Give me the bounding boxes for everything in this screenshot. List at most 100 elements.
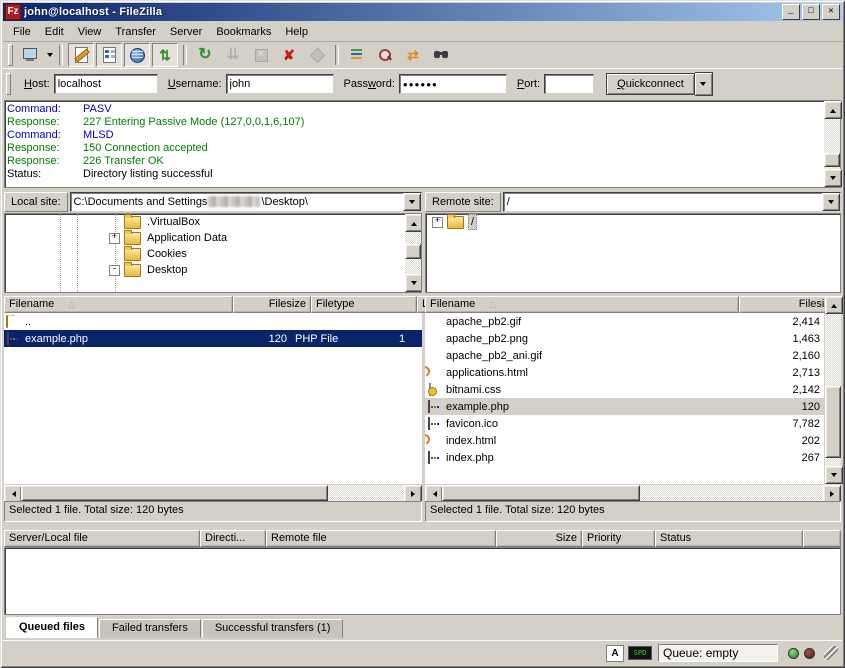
menu-item-bookmarks[interactable]: Bookmarks bbox=[209, 24, 278, 40]
menu-item-transfer[interactable]: Transfer bbox=[108, 24, 163, 40]
disconnect-icon: ✘ bbox=[280, 46, 298, 64]
resize-grip[interactable] bbox=[824, 646, 838, 660]
tab-failed-transfers[interactable]: Failed transfers bbox=[99, 619, 201, 638]
local-horizontal-scrollbar[interactable] bbox=[4, 485, 422, 501]
quickconnect-dropdown-button[interactable] bbox=[695, 72, 713, 96]
menu-item-server[interactable]: Server bbox=[163, 24, 209, 40]
toggle-transfer-queue-button[interactable]: ⇅ bbox=[152, 43, 178, 67]
file-row-apache_pb2_ani-gif[interactable]: apache_pb2_ani.gif2,160 bbox=[425, 347, 824, 364]
file-row-index-html[interactable]: index.html202 bbox=[425, 432, 824, 449]
remote-list-vertical-scrollbar[interactable] bbox=[825, 296, 841, 484]
refresh-button[interactable]: ↻ bbox=[192, 43, 218, 67]
tree-scroll-thumb[interactable] bbox=[405, 244, 421, 259]
queue-column-size[interactable]: Size bbox=[496, 530, 582, 547]
tree-item-root[interactable]: +/ bbox=[426, 214, 840, 230]
username-input[interactable] bbox=[226, 74, 334, 94]
reconnect-icon bbox=[308, 46, 326, 64]
port-input[interactable] bbox=[544, 74, 594, 94]
menu-item-help[interactable]: Help bbox=[278, 24, 315, 40]
directory-comparison-button[interactable] bbox=[372, 43, 398, 67]
log-line: Command:MLSD bbox=[7, 129, 822, 142]
log-text: 150 Connection accepted bbox=[83, 142, 208, 155]
file-row-apache_pb2-gif[interactable]: apache_pb2.gif2,414 bbox=[425, 313, 824, 330]
file-image-icon bbox=[427, 332, 443, 346]
window-title: john@localhost - FileZilla bbox=[24, 6, 780, 18]
log-scroll-thumb[interactable] bbox=[824, 153, 840, 167]
close-button[interactable]: ✕ bbox=[822, 4, 840, 20]
menu-item-view[interactable]: View bbox=[71, 24, 109, 40]
tab-successful-transfers-1-[interactable]: Successful transfers (1) bbox=[202, 619, 344, 638]
tree-expander-icon[interactable]: + bbox=[432, 217, 443, 228]
toggle-local-tree-button[interactable] bbox=[96, 43, 122, 67]
file-row-applications-html[interactable]: applications.html2,713 bbox=[425, 364, 824, 381]
file-row-apache_pb2-png[interactable]: apache_pb2.png1,463 bbox=[425, 330, 824, 347]
quickconnect-bar: Host: Username: Password: Port: Quickcon… bbox=[3, 68, 842, 99]
tab-queued-files[interactable]: Queued files bbox=[6, 617, 98, 638]
toggle-transfer-queue-icon: ⇅ bbox=[156, 46, 174, 64]
tree-item-application-data[interactable]: +Application Data bbox=[5, 230, 421, 246]
transfer-type-indicator-icon[interactable]: A bbox=[606, 645, 624, 662]
host-input[interactable] bbox=[54, 74, 158, 94]
local-site-dropdown-button[interactable] bbox=[403, 193, 421, 211]
password-label: Password: bbox=[344, 78, 395, 90]
menu-item-file[interactable]: File bbox=[6, 24, 38, 40]
disconnect-button[interactable]: ✘ bbox=[276, 43, 302, 67]
minimize-button[interactable]: _ bbox=[782, 4, 800, 20]
file-row-example-php[interactable]: example.php120PHP File1 bbox=[4, 330, 422, 347]
remote-scroll-thumb[interactable] bbox=[825, 386, 841, 458]
file-row-favicon-ico[interactable]: favicon.ico7,782 bbox=[425, 415, 824, 432]
process-queue-button[interactable]: ⇊ bbox=[220, 43, 246, 67]
log-label: Command: bbox=[7, 129, 83, 142]
file-php-icon bbox=[6, 332, 22, 346]
file-css-icon bbox=[427, 383, 443, 397]
tree-item-desktop[interactable]: -Desktop bbox=[5, 262, 421, 278]
quickconnect-button[interactable]: Quickconnect bbox=[606, 73, 695, 95]
remote-hscroll-thumb[interactable] bbox=[442, 485, 640, 501]
activity-led-red-icon bbox=[804, 648, 815, 659]
local-tree-vertical-scrollbar[interactable] bbox=[405, 214, 421, 292]
password-input[interactable] bbox=[399, 74, 507, 94]
log-vertical-scrollbar[interactable] bbox=[824, 101, 840, 187]
column-header-filetype[interactable]: Filetype bbox=[311, 296, 417, 313]
file-row-example-php[interactable]: example.php120 bbox=[425, 398, 824, 415]
tree-item-cookies[interactable]: Cookies bbox=[5, 246, 421, 262]
synchronized-browsing-button[interactable]: ⇄ bbox=[400, 43, 426, 67]
site-manager-button[interactable] bbox=[17, 43, 43, 67]
toolbar-separator bbox=[183, 45, 187, 65]
toggle-remote-tree-button[interactable] bbox=[124, 43, 150, 67]
tree-expander-icon[interactable]: + bbox=[109, 233, 120, 244]
column-header-filesize[interactable]: Filesize bbox=[233, 296, 311, 313]
reconnect-button[interactable] bbox=[304, 43, 330, 67]
queue-column-directi-[interactable]: Directi... bbox=[200, 530, 266, 547]
remote-site-combobox[interactable]: / bbox=[503, 192, 841, 212]
file-name: index.php bbox=[443, 452, 497, 464]
file-row--[interactable]: .. bbox=[4, 313, 422, 330]
maximize-button[interactable]: □ bbox=[802, 4, 820, 20]
tree-expander-icon[interactable]: - bbox=[109, 265, 120, 276]
file-row-bitnami-css[interactable]: bitnami.css2,142 bbox=[425, 381, 824, 398]
column-header-filename[interactable]: Filename△ bbox=[4, 296, 233, 313]
queue-column-server-local-file[interactable]: Server/Local file bbox=[4, 530, 200, 547]
speed-limit-indicator-icon[interactable]: SPD bbox=[628, 646, 652, 660]
queue-column-priority[interactable]: Priority bbox=[582, 530, 655, 547]
directory-filters-button[interactable] bbox=[344, 43, 370, 67]
tree-item--virtualbox[interactable]: .VirtualBox bbox=[5, 214, 421, 230]
file-row-index-php[interactable]: index.php267 bbox=[425, 449, 824, 466]
remote-horizontal-scrollbar[interactable] bbox=[425, 485, 841, 501]
site-manager-dropdown-button[interactable] bbox=[44, 44, 55, 66]
local-hscroll-thumb[interactable] bbox=[21, 485, 328, 501]
queue-column-remote-file[interactable]: Remote file bbox=[266, 530, 496, 547]
find-files-button[interactable] bbox=[428, 43, 454, 67]
file-folder-icon bbox=[6, 315, 22, 329]
transfer-queue: Server/Local fileDirecti...Remote fileSi… bbox=[4, 528, 841, 638]
site-manager-icon bbox=[21, 46, 39, 64]
scroll-left-icon bbox=[430, 491, 437, 497]
cancel-operation-button[interactable]: × bbox=[248, 43, 274, 67]
menu-item-edit[interactable]: Edit bbox=[38, 24, 71, 40]
remote-site-dropdown-button[interactable] bbox=[822, 193, 840, 211]
column-header-filename[interactable]: Filename△ bbox=[425, 296, 739, 313]
queue-column-status[interactable]: Status bbox=[655, 530, 803, 547]
toggle-message-log-button[interactable] bbox=[68, 43, 94, 67]
local-site-combobox[interactable]: C:\Documents and Settings\Desktop\ bbox=[70, 192, 422, 212]
activity-led-green-icon bbox=[788, 648, 799, 659]
